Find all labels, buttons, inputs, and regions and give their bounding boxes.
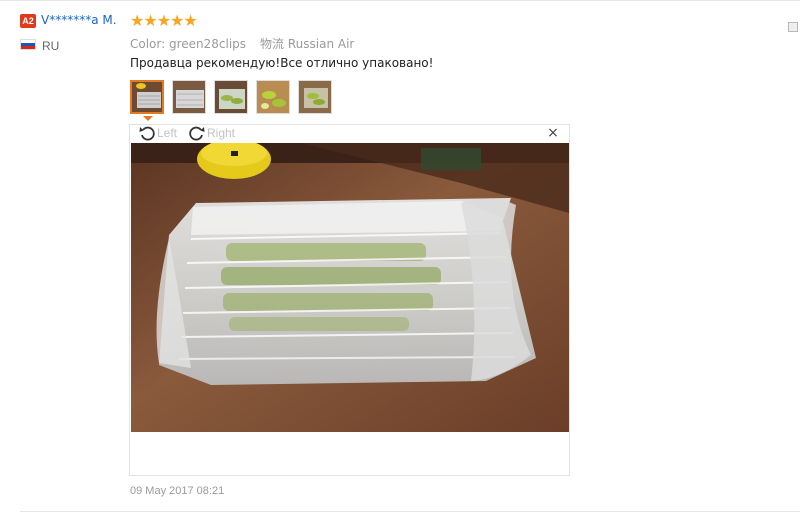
- rotate-left-button[interactable]: Left: [138, 124, 177, 142]
- star-rating: ★★★★★: [130, 11, 198, 30]
- rotate-left-label: Left: [157, 126, 178, 140]
- order-attributes: Color: green28clips 物流 Russian Air: [130, 35, 354, 52]
- buyer-country: RU: [42, 39, 60, 53]
- rotate-right-icon: [189, 126, 205, 141]
- review-date: 09 May 2017 08:21: [130, 485, 225, 497]
- photo-thumbnail-4[interactable]: [256, 80, 290, 114]
- close-icon[interactable]: ×: [546, 126, 560, 140]
- bottom-divider: [20, 511, 800, 512]
- russia-flag-icon: [20, 39, 36, 50]
- order-shipping-attribute: 物流 Russian Air: [260, 37, 355, 51]
- report-icon[interactable]: [788, 22, 798, 32]
- photo-thumbnail-1[interactable]: [130, 80, 164, 114]
- rotate-right-button[interactable]: Right: [188, 124, 235, 142]
- review-photo[interactable]: [131, 143, 569, 432]
- rotate-right-label: Right: [207, 126, 236, 140]
- active-thumbnail-pointer: [143, 116, 153, 121]
- top-divider: [0, 0, 800, 1]
- photo-thumbnail-3[interactable]: [214, 80, 248, 114]
- buyer-name[interactable]: V*******a M.: [41, 13, 117, 27]
- photo-thumbnail-2[interactable]: [172, 80, 206, 114]
- feedback-text: Продавца рекомендую!Все отлично упакован…: [130, 56, 434, 70]
- photo-thumbnail-5[interactable]: [298, 80, 332, 114]
- order-color-attribute: Color: green28clips: [130, 37, 247, 51]
- rotate-left-icon: [139, 126, 155, 141]
- buyer-level-badge: A2: [20, 14, 36, 28]
